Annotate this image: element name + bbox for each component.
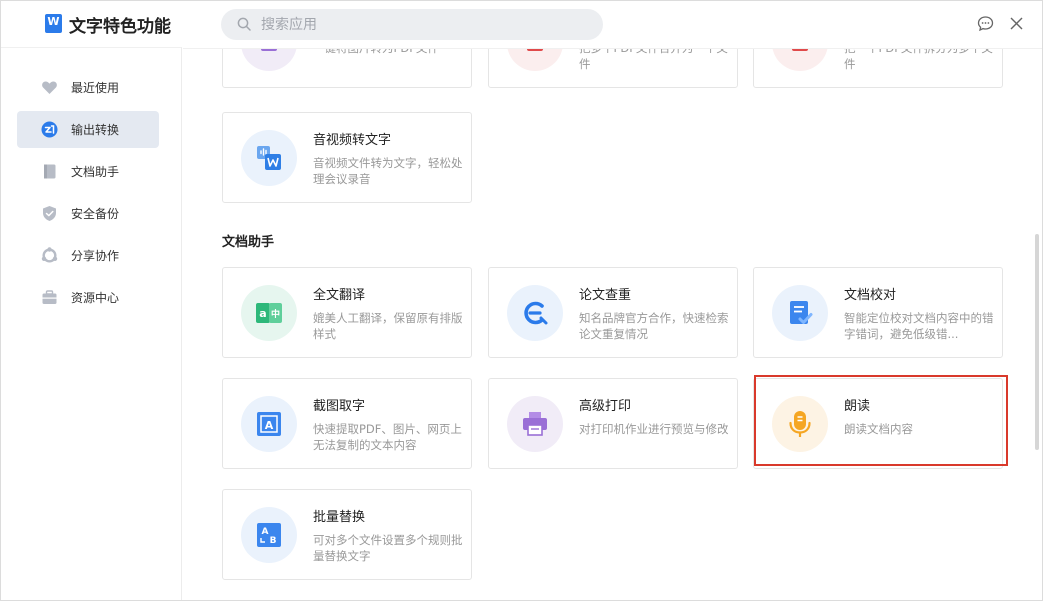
card-desc: 媲美人工翻译，保留原有排版样式: [313, 311, 463, 341]
search-icon: [237, 17, 251, 31]
sidebar-item-label: 文档助手: [71, 165, 120, 179]
card-title: 音视频转文字: [313, 133, 392, 148]
svg-text:A: A: [265, 419, 274, 432]
image-to-pdf-icon: [241, 49, 297, 71]
sidebar-item-label: 分享协作: [71, 249, 120, 263]
card-title: 批量替换: [313, 510, 366, 525]
batch-replace-icon: A B: [241, 507, 297, 563]
document-icon: [44, 164, 56, 179]
card-desc: 把多个PDF文件合并为一个文件: [579, 48, 728, 71]
card-advanced-print[interactable]: 高级打印 对打印机作业进行预览与修改: [488, 378, 738, 469]
card-read-aloud[interactable]: 朗读 朗读文档内容: [753, 378, 1003, 469]
sidebar-item-doc-assistant[interactable]: 文档助手: [17, 153, 159, 190]
title-bar: W 文字特色功能: [1, 1, 1042, 47]
card-pdf-merge[interactable]: 把多个PDF文件合并为一个文件: [488, 48, 738, 88]
pdf-split-icon: [772, 49, 828, 71]
card-desc: 把一个PDF文件拆分为多个文件: [844, 48, 993, 71]
card-desc: 音视频文件转为文字，轻松处理会议录音: [313, 156, 463, 186]
search-input[interactable]: [261, 9, 581, 40]
card-desc: 对打印机作业进行预览与修改: [579, 422, 729, 436]
card-proofread[interactable]: 文档校对 智能定位校对文档内容中的错字错词，避免低级错...: [753, 267, 1003, 358]
sidebar-item-share[interactable]: 分享协作: [17, 237, 159, 274]
card-desc: 快速提取PDF、图片、网页上无法复制的文本内容: [313, 422, 462, 452]
card-desc: 朗读文档内容: [844, 422, 913, 436]
card-desc: 知名品牌官方合作，快速检索论文重复情况: [579, 311, 729, 341]
search-box[interactable]: [221, 9, 603, 40]
card-title: 朗读: [844, 399, 871, 414]
card-title: 截图取字: [313, 399, 366, 414]
translate-icon: a 中: [241, 285, 297, 341]
pdf-merge-icon: [507, 49, 563, 71]
svg-text:中: 中: [271, 308, 280, 320]
printer-icon: [507, 396, 563, 452]
audio-to-word-icon: [241, 130, 297, 186]
card-title: 全文翻译: [313, 288, 366, 303]
sidebar-item-label: 输出转换: [71, 123, 120, 137]
card-desc: 一键将图片转为PDF文件: [313, 48, 439, 55]
card-full-translate[interactable]: a 中 全文翻译 媲美人工翻译，保留原有排版样式: [222, 267, 472, 358]
sidebar-item-recent[interactable]: 最近使用: [17, 69, 159, 106]
app-window: W 文字特色功能 最近使用: [0, 0, 1043, 601]
sidebar-item-security[interactable]: 安全备份: [17, 195, 159, 232]
sidebar-item-label: 资源中心: [71, 291, 120, 305]
main-content: 一键将图片转为PDF文件 把多个PDF文件合并为一个文件 把一个PDF文件拆分为…: [183, 48, 1042, 600]
card-batch-replace[interactable]: A B 批量替换 可对多个文件设置多个规则批量替换文字: [222, 489, 472, 580]
card-title: 高级打印: [579, 399, 632, 414]
sidebar-item-label: 安全备份: [71, 207, 120, 221]
app-logo-letter: W: [47, 15, 60, 28]
sidebar: 最近使用 输出转换 文档助手 安全备份 分享协作 资源中心: [1, 47, 182, 600]
microphone-icon: [772, 396, 828, 452]
screenshot-ocr-icon: A: [241, 396, 297, 452]
card-title: 论文查重: [579, 288, 632, 303]
section-title-doc-assistant: 文档助手: [222, 235, 275, 250]
heart-icon: [42, 81, 57, 94]
card-desc: 可对多个文件设置多个规则批量替换文字: [313, 533, 463, 563]
app-logo-icon: W: [45, 14, 62, 33]
sidebar-item-resources[interactable]: 资源中心: [17, 279, 159, 316]
svg-text:a: a: [259, 307, 266, 320]
share-icon: [41, 247, 58, 263]
feedback-chat-icon[interactable]: [977, 15, 994, 32]
sidebar-item-convert[interactable]: 输出转换: [17, 111, 159, 148]
card-screenshot-ocr[interactable]: A 截图取字 快速提取PDF、图片、网页上无法复制的文本内容: [222, 378, 472, 469]
proofread-icon: [772, 285, 828, 341]
card-desc: 智能定位校对文档内容中的错字错词，避免低级错...: [844, 311, 994, 341]
shield-icon: [43, 206, 56, 221]
briefcase-icon: [42, 290, 57, 304]
sidebar-item-label: 最近使用: [71, 81, 120, 95]
card-plagiarism-check[interactable]: 论文查重 知名品牌官方合作，快速检索论文重复情况: [488, 267, 738, 358]
plagiarism-check-icon: [507, 285, 563, 341]
close-icon[interactable]: [1008, 15, 1025, 32]
convert-icon: [41, 121, 58, 138]
card-audio-to-text[interactable]: 音视频转文字 音视频文件转为文字，轻松处理会议录音: [222, 112, 472, 203]
app-title: 文字特色功能: [69, 17, 171, 37]
card-image-to-pdf[interactable]: 一键将图片转为PDF文件: [222, 48, 472, 88]
svg-text:B: B: [270, 536, 277, 546]
svg-text:A: A: [262, 527, 269, 537]
card-pdf-split[interactable]: 把一个PDF文件拆分为多个文件: [753, 48, 1003, 88]
card-title: 文档校对: [844, 288, 897, 303]
scrollbar-thumb[interactable]: [1035, 234, 1039, 450]
